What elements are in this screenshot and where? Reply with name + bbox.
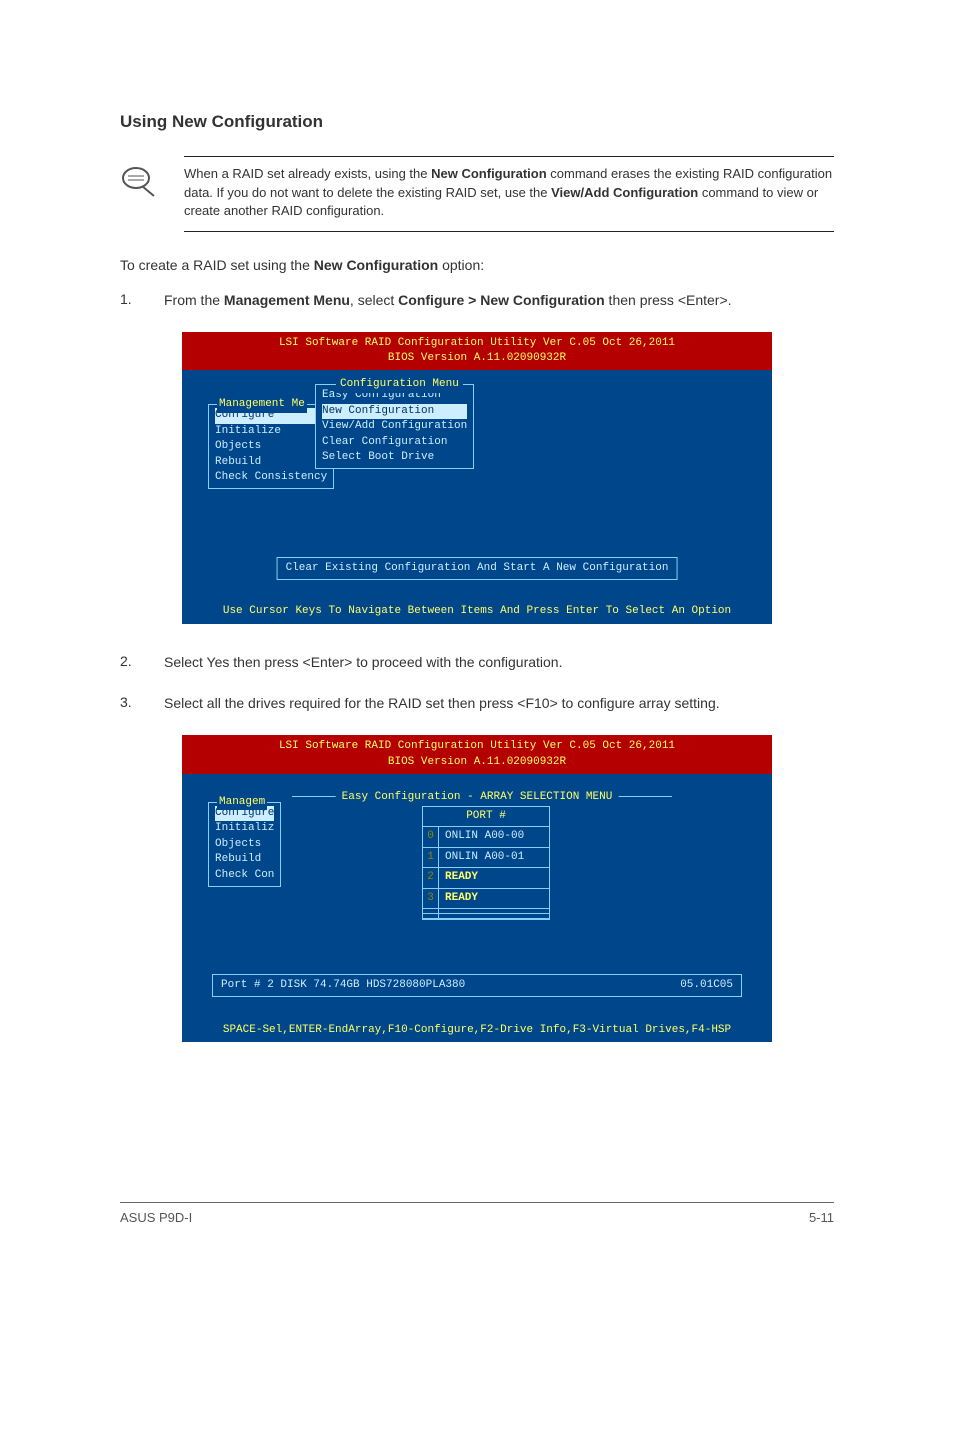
bios2-body: Easy Configuration - ARRAY SELECTION MEN…: [182, 774, 772, 1019]
step-3-body: Select all the drives required for the R…: [164, 693, 834, 715]
bios-screen-2: LSI Software RAID Configuration Utility …: [182, 735, 772, 1042]
port-num: 2: [423, 868, 439, 887]
port-val: ONLIN A00-01: [439, 848, 549, 867]
s1-b1: Management Menu: [224, 292, 350, 308]
bios1-left-item-rebuild[interactable]: Rebuild: [215, 455, 327, 470]
table-row[interactable]: [423, 914, 549, 919]
bios1-left-item-initialize[interactable]: Initialize: [215, 424, 327, 439]
s1-b2: Configure > New Configuration: [398, 292, 605, 308]
bios1-header-l1: LSI Software RAID Configuration Utility …: [182, 336, 772, 351]
port-val: READY: [439, 889, 549, 908]
section-heading: Using New Configuration: [120, 110, 834, 134]
bios1-cfg-title: Configuration Menu: [336, 377, 463, 392]
table-row[interactable]: 0ONLIN A00-00: [423, 827, 549, 847]
bios1-config-menu[interactable]: Configuration Menu Easy Configuration Ne…: [315, 384, 474, 469]
bios-screen-1: LSI Software RAID Configuration Utility …: [182, 332, 772, 624]
port-num: 0: [423, 827, 439, 846]
bios2-left-item-check[interactable]: Check Con: [215, 868, 274, 883]
bios1-cfg-boot[interactable]: Select Boot Drive: [322, 450, 467, 465]
bios1-left-item-objects[interactable]: Objects: [215, 439, 327, 454]
bios1-cfg-clear[interactable]: Clear Configuration: [322, 435, 467, 450]
s1-t3: then press <Enter>.: [605, 292, 732, 308]
bios2-left-item-rebuild[interactable]: Rebuild: [215, 852, 274, 867]
step-1-num: 1.: [120, 290, 140, 312]
intro-b1: New Configuration: [314, 257, 438, 273]
intro-t2: option:: [438, 257, 484, 273]
port-num: 3: [423, 889, 439, 908]
bios1-cfg-new[interactable]: New Configuration: [322, 404, 467, 419]
bios1-hint: Clear Existing Configuration And Start A…: [277, 557, 678, 580]
port-info-left: Port # 2 DISK 74.74GB HDS728080PLA380: [221, 978, 465, 993]
s1-t1: From the: [164, 292, 224, 308]
table-row[interactable]: 3READY: [423, 889, 549, 909]
bios2-port-info: Port # 2 DISK 74.74GB HDS728080PLA380 05…: [212, 974, 742, 997]
note-block: When a RAID set already exists, using th…: [120, 156, 834, 233]
intro-t1: To create a RAID set using the: [120, 257, 314, 273]
bios1-cfg-viewadd[interactable]: View/Add Configuration: [322, 419, 467, 434]
step-3: 3. Select all the drives required for th…: [120, 693, 834, 715]
step-2: 2. Select Yes then press <Enter> to proc…: [120, 652, 834, 674]
bios2-header-l1: LSI Software RAID Configuration Utility …: [182, 739, 772, 754]
note-t1: When a RAID set already exists, using th…: [184, 166, 431, 181]
port-num: [423, 914, 439, 918]
table-row[interactable]: 1ONLIN A00-01: [423, 848, 549, 868]
bios2-left-menu[interactable]: Managem Configure Initializ Objects Rebu…: [208, 802, 281, 887]
bios2-left-item-initialize[interactable]: Initializ: [215, 821, 274, 836]
bios1-header-l2: BIOS Version A.11.02090932R: [182, 351, 772, 366]
note-b2: View/Add Configuration: [551, 185, 698, 200]
port-num: 1: [423, 848, 439, 867]
port-val: READY: [439, 868, 549, 887]
bios2-left-item-objects[interactable]: Objects: [215, 837, 274, 852]
bios2-port-table[interactable]: PORT # 0ONLIN A00-00 1ONLIN A00-01 2READ…: [422, 806, 550, 920]
port-val: [439, 909, 549, 913]
port-num: [423, 909, 439, 913]
step-2-num: 2.: [120, 652, 140, 674]
bios1-left-title: Management Me: [217, 397, 307, 412]
bios2-port-header: PORT #: [423, 807, 549, 827]
step-3-num: 3.: [120, 693, 140, 715]
intro-text: To create a RAID set using the New Confi…: [120, 256, 834, 276]
bios2-footer: SPACE-Sel,ENTER-EndArray,F10-Configure,F…: [182, 1019, 772, 1042]
bios1-header: LSI Software RAID Configuration Utility …: [182, 332, 772, 371]
port-val: [439, 914, 549, 918]
bios1-footer: Use Cursor Keys To Navigate Between Item…: [182, 600, 772, 623]
note-text: When a RAID set already exists, using th…: [184, 156, 834, 233]
s1-t2: , select: [350, 292, 398, 308]
bios1-body: Management Me Configure Initialize Objec…: [182, 370, 772, 600]
bios2-header-l2: BIOS Version A.11.02090932R: [182, 755, 772, 770]
note-icon: [120, 156, 164, 233]
step-1: 1. From the Management Menu, select Conf…: [120, 290, 834, 312]
port-info-right: 05.01C05: [680, 978, 733, 993]
page-footer: ASUS P9D-I 5-11: [120, 1202, 834, 1227]
step-1-body: From the Management Menu, select Configu…: [164, 290, 834, 312]
step-2-body: Select Yes then press <Enter> to proceed…: [164, 652, 834, 674]
note-b1: New Configuration: [431, 166, 547, 181]
bios2-left-title: Managem: [217, 795, 267, 810]
bios2-header: LSI Software RAID Configuration Utility …: [182, 735, 772, 774]
footer-right: 5-11: [809, 1209, 834, 1227]
footer-left: ASUS P9D-I: [120, 1209, 192, 1227]
bios2-easy-title: Easy Configuration - ARRAY SELECTION MEN…: [336, 790, 619, 805]
table-row[interactable]: 2READY: [423, 868, 549, 888]
bios1-left-item-check[interactable]: Check Consistency: [215, 470, 327, 485]
port-val: ONLIN A00-00: [439, 827, 549, 846]
